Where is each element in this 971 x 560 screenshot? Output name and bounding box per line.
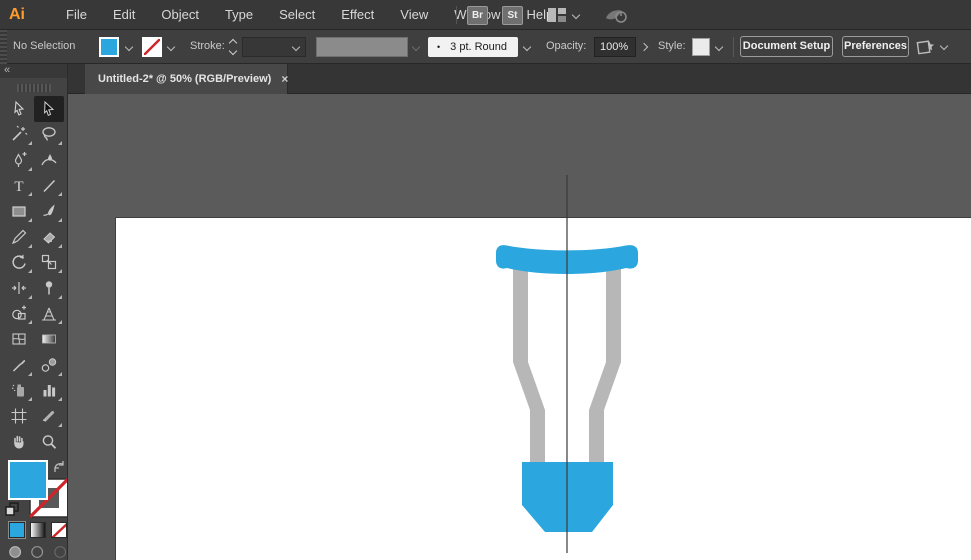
stroke-chevron-icon[interactable] [167,43,175,51]
menubar-right-group: Br St [456,0,629,30]
zoom-tool[interactable] [34,429,64,455]
brush-chevron-icon[interactable] [523,43,531,51]
rotate-tool[interactable] [4,250,34,276]
draw-behind-icon[interactable] [30,544,44,560]
swap-fill-stroke-icon[interactable] [52,460,66,473]
opacity-submenu-icon[interactable] [640,43,648,51]
stock-button[interactable]: St [502,6,523,25]
workspace: « [0,64,971,560]
document-area: Untitled-2* @ 50% (RGB/Preview) × [68,64,971,560]
workspace-chevron-icon[interactable] [572,11,580,19]
curvature-tool[interactable] [34,147,64,173]
fill-chevron-icon[interactable] [125,43,133,51]
stroke-weight-dropdown[interactable] [242,37,306,57]
touch-workspace-icon[interactable] [916,38,936,56]
fill-swatch[interactable] [8,460,48,500]
tools-panel-grip[interactable] [17,84,51,92]
controlbar-separator [733,37,734,57]
shaper-pencil-tool[interactable] [4,224,34,250]
width-profile-dropdown [316,37,408,57]
eraser-tool[interactable] [34,224,64,250]
workspace-switcher-icon[interactable] [547,7,567,23]
gradient-tool[interactable] [34,326,64,352]
stroke-color-swatch[interactable] [142,37,162,57]
menu-view[interactable]: View [387,0,441,30]
brush-definition-dropdown[interactable]: • 3 pt. Round [428,37,518,57]
draw-inside-icon[interactable] [53,544,67,560]
stroke-label: Stroke: [190,30,225,63]
opacity-label: Opacity: [546,30,586,63]
no-selection-label: No Selection [13,30,75,63]
hand-tool[interactable] [4,429,34,455]
menu-bar: Ai File Edit Object Type Select Effect V… [0,0,971,30]
app-logo: Ai [9,6,25,24]
illustrator-window: Ai File Edit Object Type Select Effect V… [0,0,971,560]
width-tool[interactable] [4,275,34,301]
symbol-sprayer-tool[interactable] [4,378,34,404]
drawing-mode-buttons [0,544,67,560]
document-setup-button[interactable]: Document Setup [740,36,833,57]
column-graph-tool[interactable] [34,378,64,404]
rectangle-tool[interactable] [4,198,34,224]
mesh-tool[interactable] [4,326,34,352]
crutch-right-leg[interactable] [589,266,621,466]
document-tab[interactable]: Untitled-2* @ 50% (RGB/Preview) × [85,64,288,94]
tools-panel: « [0,64,68,560]
selection-tool[interactable] [34,96,64,122]
slice-tool[interactable] [34,403,64,429]
style-label: Style: [658,30,686,63]
menu-effect[interactable]: Effect [328,0,387,30]
preferences-button[interactable]: Preferences [842,36,909,57]
artboard-tool[interactable] [4,403,34,429]
blend-tool[interactable] [34,352,64,378]
brush-value: 3 pt. Round [450,41,507,53]
touch-workspace-chevron-icon[interactable] [940,42,948,50]
canvas[interactable] [68,94,971,560]
line-segment-tool[interactable] [34,173,64,199]
tab-close-icon[interactable]: × [281,72,288,86]
direct-selection-tool[interactable] [4,96,34,122]
color-mode-button[interactable] [9,522,25,538]
artwork-crutch-drawing[interactable] [68,94,971,560]
control-bar: No Selection Stroke: • 3 pt. Round Opaci… [0,30,971,64]
panel-collapse-button[interactable]: « [0,64,67,78]
brush-dot-icon: • [437,42,440,52]
menu-select[interactable]: Select [266,0,328,30]
fill-stroke-area [0,458,67,520]
eyedropper-tool[interactable] [4,352,34,378]
menu-object[interactable]: Object [148,0,212,30]
paintbrush-tool[interactable] [34,198,64,224]
puppet-warp-tool[interactable] [34,275,64,301]
type-tool[interactable]: T [4,173,34,199]
scale-tool[interactable] [34,250,64,276]
svg-text:T: T [14,179,23,195]
menu-edit[interactable]: Edit [100,0,148,30]
document-tab-title: Untitled-2* @ 50% (RGB/Preview) [85,73,271,85]
lasso-tool[interactable] [34,122,64,148]
gpu-performance-icon[interactable] [603,5,629,25]
crutch-left-leg[interactable] [513,266,545,466]
graphic-style-swatch[interactable] [692,38,710,56]
menubar-separator [456,6,457,24]
color-mode-buttons [0,522,67,538]
none-mode-button[interactable] [51,522,67,538]
default-fill-stroke-icon[interactable] [5,502,20,517]
menu-type[interactable]: Type [212,0,266,30]
gradient-mode-button[interactable] [30,522,46,538]
pen-tool[interactable] [4,147,34,173]
shape-builder-tool[interactable] [4,301,34,327]
bridge-button[interactable]: Br [467,6,488,25]
tools-grid: T [0,96,67,454]
fill-color-swatch[interactable] [99,37,119,57]
style-chevron-icon[interactable] [715,43,723,51]
opacity-input[interactable]: 100% [594,37,636,57]
width-profile-chevron-icon [412,43,420,51]
draw-normal-icon[interactable] [8,544,22,560]
menu-file[interactable]: File [53,0,100,30]
perspective-grid-tool[interactable] [34,301,64,327]
controlbar-grip[interactable] [0,30,7,64]
stroke-weight-stepper[interactable] [227,37,239,57]
document-tab-bar: Untitled-2* @ 50% (RGB/Preview) × [68,64,971,94]
magic-wand-tool[interactable] [4,122,34,148]
